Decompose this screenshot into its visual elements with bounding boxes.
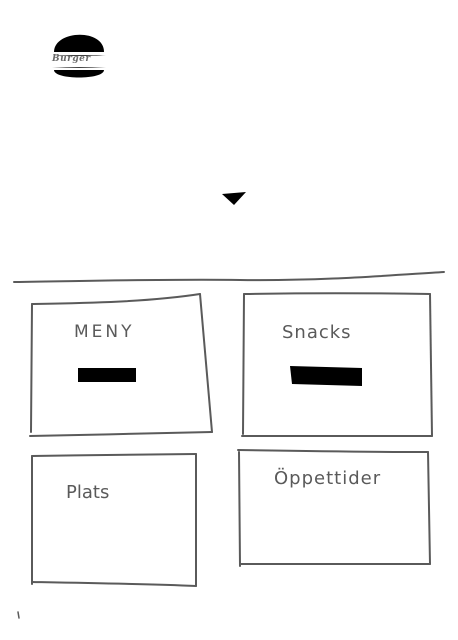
tile-snacks-label: Snacks xyxy=(282,322,352,343)
tile-plats-label: Plats xyxy=(66,482,110,503)
tile-oppettider[interactable]: Öppettider xyxy=(236,446,432,570)
meny-button[interactable] xyxy=(76,366,140,388)
tile-oppettider-label: Öppettider xyxy=(274,468,382,489)
tile-meny-label: MENY xyxy=(74,322,135,342)
tile-oppettider-frame xyxy=(237,449,431,567)
tile-meny[interactable]: MENY xyxy=(28,292,214,440)
tile-plats[interactable]: Plats xyxy=(28,452,200,588)
tile-plats-frame xyxy=(31,453,197,587)
snacks-button[interactable] xyxy=(288,364,368,394)
tile-snacks[interactable]: Snacks xyxy=(240,290,434,438)
logo-text: Burger xyxy=(52,54,91,64)
chevron-down-icon[interactable] xyxy=(218,188,250,210)
